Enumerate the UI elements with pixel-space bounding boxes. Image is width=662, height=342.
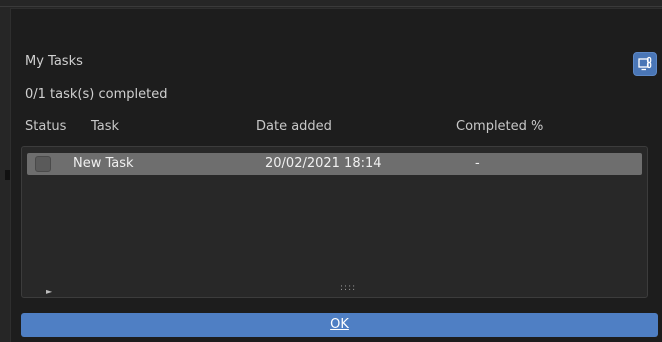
task-status-checkbox[interactable] [35, 156, 51, 172]
dialog-title: My Tasks [25, 54, 83, 69]
task-date-added: 20/02/2021 18:14 [265, 156, 382, 171]
ok-button[interactable]: OK [21, 313, 658, 337]
copy-link-icon [638, 56, 652, 71]
tasks-dialog: My Tasks 0/1 task(s) completed Status Ta… [10, 8, 662, 342]
viewport-edge [0, 6, 662, 7]
task-name: New Task [73, 156, 134, 171]
table-row[interactable]: New Task 20/02/2021 18:14 - [27, 153, 642, 175]
column-header-task: Task [91, 119, 120, 134]
expand-arrow-icon[interactable]: ► [46, 287, 52, 296]
column-header-status: Status [25, 119, 67, 134]
resize-grip-icon[interactable]: :::: [340, 283, 356, 293]
copy-link-button[interactable] [633, 52, 657, 76]
completion-summary: 0/1 task(s) completed [25, 87, 168, 102]
ok-button-label: OK [330, 317, 349, 332]
column-header-completed: Completed % [456, 119, 544, 134]
column-header-date-added: Date added [256, 119, 332, 134]
task-completed: - [475, 156, 480, 171]
task-list[interactable]: New Task 20/02/2021 18:14 - ► :::: [21, 146, 648, 298]
